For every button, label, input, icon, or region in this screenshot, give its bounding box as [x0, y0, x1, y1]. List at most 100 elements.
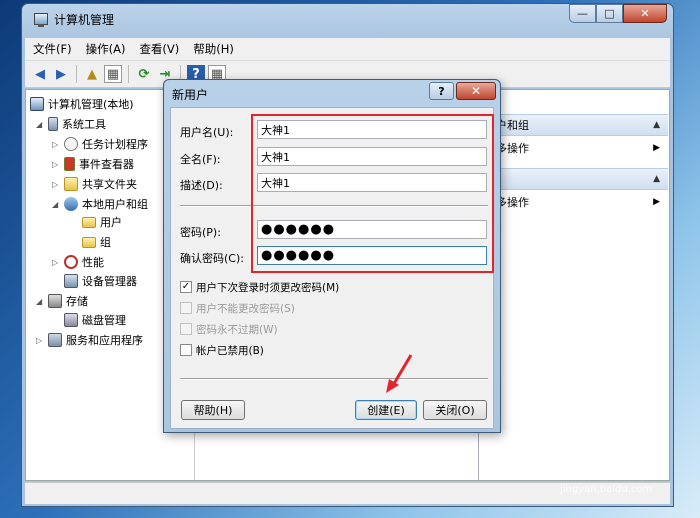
tree-item-root[interactable]: 计算机管理(本地) — [30, 95, 134, 113]
checkbox-box[interactable] — [180, 344, 192, 356]
clock-icon — [64, 137, 78, 151]
checkbox-box[interactable] — [180, 302, 192, 314]
toolbar-separator — [128, 65, 129, 83]
tree-item-device-manager[interactable]: 设备管理器 — [64, 272, 137, 290]
new-user-dialog: 新用户 ? ✕ 用户名(U): 大神1 全名(F): 大神1 描述(D): 大神… — [163, 79, 501, 433]
close-button[interactable]: ✕ — [623, 4, 667, 23]
up-folder-icon[interactable]: ▲ — [83, 65, 101, 83]
tree-item-shared-folders[interactable]: ▷ 共享文件夹 — [52, 175, 137, 193]
actions-header-users-groups[interactable]: 用户和组 ▲ — [479, 114, 668, 136]
collapse-arrow-icon[interactable]: ◢ — [36, 120, 44, 129]
tree-item-performance[interactable]: ▷ 性能 — [52, 253, 104, 271]
expand-arrow-icon[interactable]: ▷ — [36, 336, 44, 345]
tree-item-system-tools[interactable]: ◢ 系统工具 — [36, 115, 106, 133]
fullname-label: 全名(F): — [180, 153, 221, 166]
tree-label: 系统工具 — [62, 118, 106, 131]
actions-more-actions-2[interactable]: 更多操作 ▶ — [479, 192, 668, 212]
collapse-arrow-icon[interactable]: ◢ — [36, 297, 44, 306]
tree-item-groups[interactable]: 组 — [82, 233, 111, 251]
actions-header-selected[interactable]: ▲ — [479, 168, 668, 190]
dialog-help-button[interactable]: ? — [429, 82, 454, 100]
console-tree-icon[interactable]: ▦ — [104, 65, 122, 83]
baidu-watermark: Baidu 经验 — [540, 463, 643, 483]
actions-pane: 用户和组 ▲ 更多操作 ▶ ▲ 更多操作 ▶ — [478, 90, 669, 480]
tools-icon — [48, 117, 58, 131]
menu-help[interactable]: 帮助(H) — [193, 41, 234, 57]
refresh-icon[interactable]: ⟳ — [135, 65, 153, 83]
computer-management-icon — [34, 13, 48, 27]
services-icon — [48, 333, 62, 347]
device-manager-icon — [64, 274, 78, 288]
tree-label: 事件查看器 — [79, 158, 134, 171]
username-label: 用户名(U): — [180, 126, 234, 139]
computer-icon — [30, 97, 44, 111]
forward-arrow-icon[interactable]: ▶ — [52, 65, 70, 83]
window-title: 计算机管理 — [54, 12, 115, 27]
folder-icon — [82, 236, 96, 248]
tree-item-storage[interactable]: ◢ 存储 — [36, 292, 88, 310]
storage-icon — [48, 294, 62, 308]
toolbar-separator — [76, 65, 77, 83]
tree-label: 共享文件夹 — [82, 178, 137, 191]
event-viewer-icon — [64, 157, 75, 171]
expand-arrow-icon[interactable]: ▷ — [52, 258, 60, 267]
tree-label: 设备管理器 — [82, 275, 137, 288]
tree-item-event-viewer[interactable]: ▷ 事件查看器 — [52, 155, 134, 173]
menu-view[interactable]: 查看(V) — [139, 41, 179, 57]
dialog-body: 用户名(U): 大神1 全名(F): 大神1 描述(D): 大神1 密码(P):… — [170, 107, 494, 429]
confirm-password-label: 确认密码(C): — [180, 252, 244, 265]
tree-item-services-apps[interactable]: ▷ 服务和应用程序 — [36, 331, 143, 349]
back-arrow-icon[interactable]: ◀ — [31, 65, 49, 83]
actions-more-actions[interactable]: 更多操作 ▶ — [479, 138, 668, 158]
tree-label: 本地用户和组 — [82, 198, 148, 211]
checkbox-box[interactable] — [180, 323, 192, 335]
password-label: 密码(P): — [180, 226, 221, 239]
expand-arrow-icon[interactable]: ▷ — [52, 180, 60, 189]
divider — [180, 378, 488, 380]
collapse-up-icon[interactable]: ▲ — [653, 174, 660, 184]
menu-file[interactable]: 文件(F) — [33, 41, 72, 57]
checkbox-label: 密码永不过期(W) — [196, 323, 278, 336]
tree-item-task-scheduler[interactable]: ▷ 任务计划程序 — [52, 135, 148, 153]
password-never-expires-checkbox[interactable]: 密码永不过期(W) — [180, 321, 278, 337]
title-bar: 计算机管理 — [34, 10, 114, 28]
cannot-change-password-checkbox[interactable]: 用户不能更改密码(S) — [180, 300, 295, 316]
expand-arrow-icon[interactable]: ▷ — [52, 160, 60, 169]
help-button[interactable]: 帮助(H) — [181, 400, 245, 420]
disk-icon — [64, 313, 78, 327]
checkbox-check-icon[interactable]: ✓ — [180, 281, 192, 293]
menu-action[interactable]: 操作(A) — [86, 41, 126, 57]
submenu-arrow-icon: ▶ — [653, 143, 660, 153]
collapse-arrow-icon[interactable]: ◢ — [52, 200, 60, 209]
maximize-button[interactable]: □ — [596, 4, 623, 23]
performance-icon — [64, 255, 78, 269]
tree-item-disk-management[interactable]: 磁盘管理 — [64, 311, 126, 329]
create-button[interactable]: 创建(E) — [355, 400, 417, 420]
tree-item-local-users-groups[interactable]: ◢ 本地用户和组 — [52, 195, 148, 213]
close-dialog-button[interactable]: 关闭(O) — [423, 400, 487, 420]
tree-label: 磁盘管理 — [82, 314, 126, 327]
highlight-annotation-box — [251, 114, 494, 273]
tree-label: 组 — [100, 236, 111, 249]
expand-arrow-icon[interactable]: ▷ — [52, 140, 60, 149]
dialog-close-button[interactable]: ✕ — [456, 82, 496, 100]
checkbox-label: 用户不能更改密码(S) — [196, 302, 295, 315]
must-change-password-checkbox[interactable]: ✓ 用户下次登录时须更改密码(M) — [180, 279, 339, 295]
tree-label: 性能 — [82, 256, 104, 269]
minimize-button[interactable]: — — [569, 4, 596, 23]
tree-label: 存储 — [66, 295, 88, 308]
account-disabled-checkbox[interactable]: 帐户已禁用(B) — [180, 342, 264, 358]
collapse-up-icon[interactable]: ▲ — [653, 120, 660, 130]
annotation-arrow-icon — [386, 354, 413, 393]
shared-folder-icon — [64, 177, 78, 191]
checkbox-label: 用户下次登录时须更改密码(M) — [196, 281, 340, 294]
dialog-title: 新用户 — [172, 88, 209, 102]
description-label: 描述(D): — [180, 179, 223, 192]
tree-label: 用户 — [100, 216, 122, 229]
submenu-arrow-icon: ▶ — [653, 197, 660, 207]
checkbox-label: 帐户已禁用(B) — [196, 344, 264, 357]
tree-label: 服务和应用程序 — [66, 334, 143, 347]
window-controls: — □ ✕ — [569, 4, 667, 23]
tree-item-users[interactable]: 用户 — [82, 213, 122, 231]
tree-label: 任务计划程序 — [82, 138, 148, 151]
